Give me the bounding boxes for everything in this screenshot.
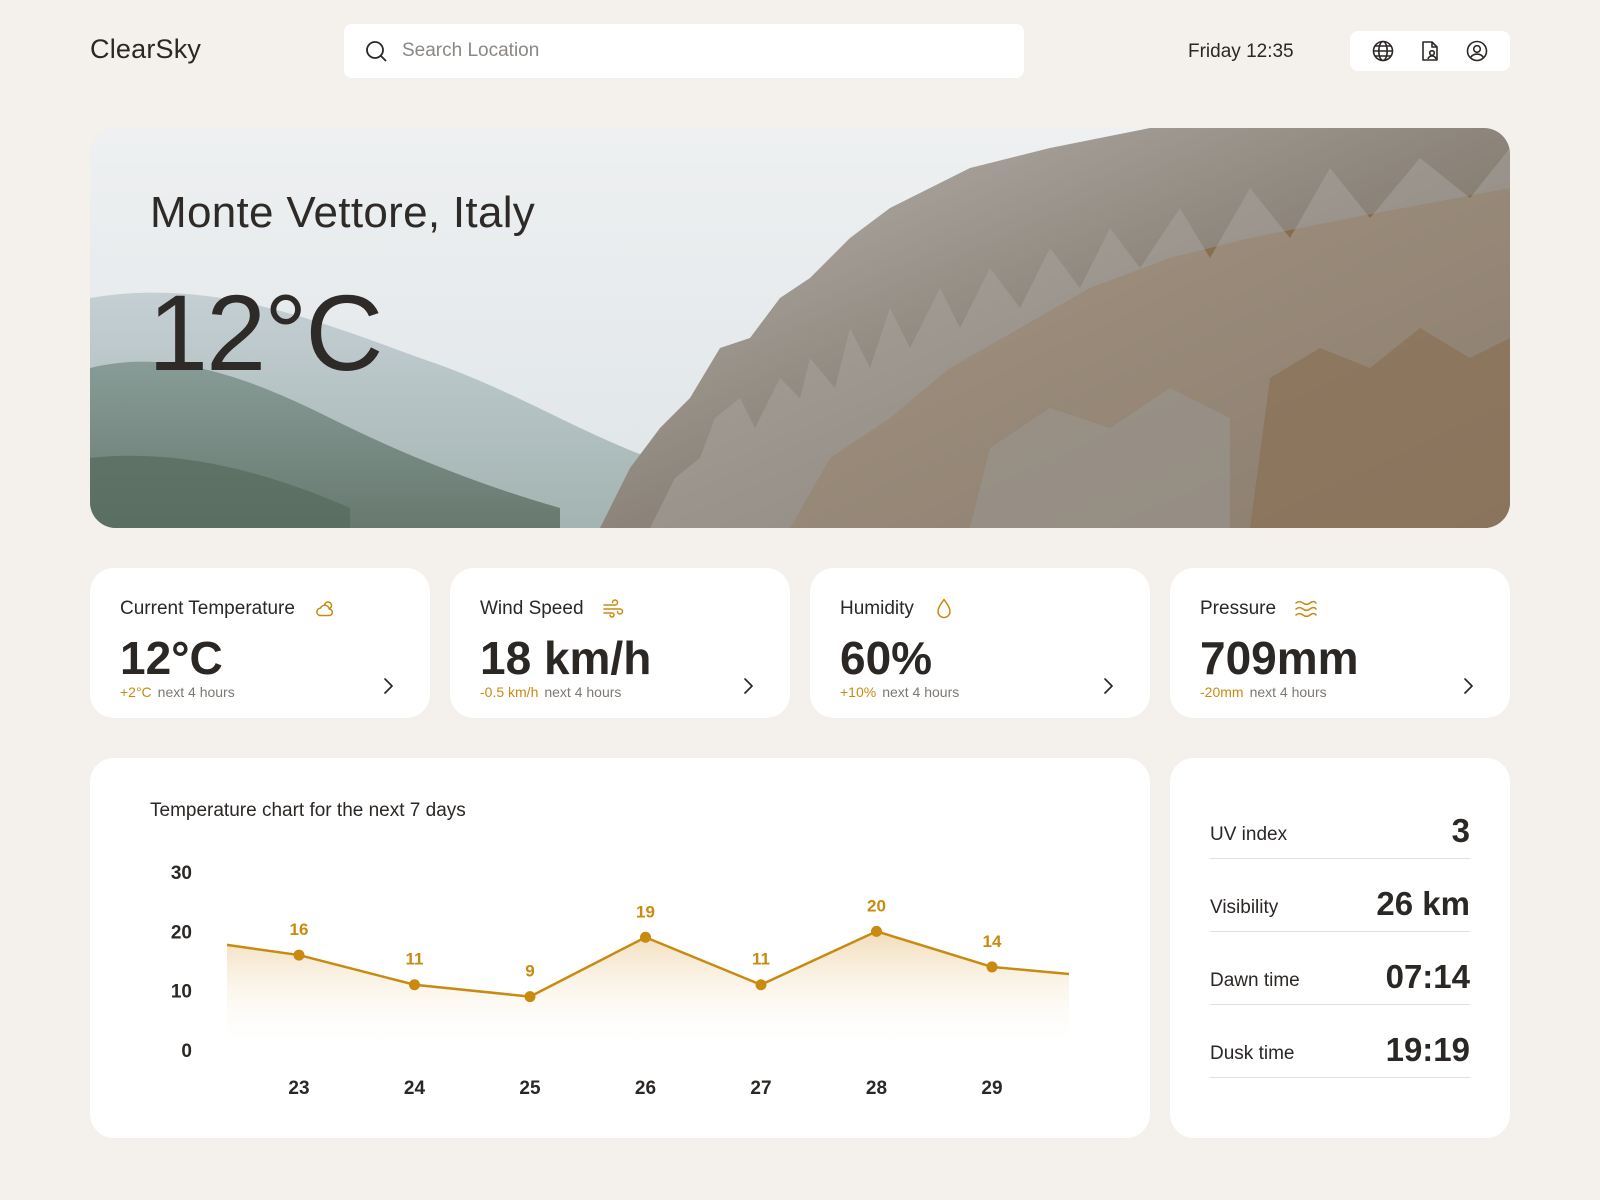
search-input[interactable] bbox=[402, 40, 962, 62]
card-forecast: +2°C next 4 hours bbox=[120, 684, 235, 700]
x-tick-label: 26 bbox=[635, 1078, 656, 1099]
current-temperature-card[interactable]: Current Temperature 12°C +2°C next 4 hour… bbox=[90, 568, 430, 718]
x-tick-label: 23 bbox=[288, 1078, 309, 1099]
search-icon bbox=[366, 41, 387, 62]
conditions-card: UV index 3 Visibility 26 km Dawn time 07… bbox=[1170, 758, 1510, 1138]
x-tick-label: 27 bbox=[750, 1078, 771, 1099]
y-tick-label: 0 bbox=[181, 1041, 192, 1062]
chart-area-fill bbox=[227, 931, 1069, 1050]
chart-data-label: 20 bbox=[867, 896, 886, 915]
stat-label: Visibility bbox=[1210, 897, 1279, 918]
uv-index-row: UV index 3 bbox=[1210, 786, 1470, 859]
location-title: Monte Vettore, Italy bbox=[150, 188, 536, 237]
droplet-icon bbox=[937, 598, 951, 619]
card-label: Wind Speed bbox=[480, 597, 626, 621]
y-tick-label: 30 bbox=[171, 863, 192, 884]
profile-button[interactable] bbox=[1463, 37, 1491, 65]
chart-data-label: 11 bbox=[406, 950, 424, 969]
chart-data-label: 9 bbox=[525, 962, 534, 981]
language-button[interactable] bbox=[1369, 37, 1397, 65]
chart-data-label: 19 bbox=[636, 902, 655, 921]
stat-label: Dawn time bbox=[1210, 970, 1300, 991]
cloud-sun-icon bbox=[316, 601, 334, 617]
search-bar[interactable] bbox=[344, 24, 1024, 78]
chart-data-point bbox=[871, 925, 882, 937]
card-label: Pressure bbox=[1200, 597, 1318, 621]
x-tick-label: 24 bbox=[404, 1078, 426, 1099]
chart-data-point bbox=[986, 961, 998, 973]
chevron-right-icon[interactable] bbox=[1096, 674, 1120, 698]
card-value: 60% bbox=[840, 632, 933, 684]
chevron-right-icon[interactable] bbox=[376, 674, 400, 698]
chart-data-label: 11 bbox=[752, 950, 770, 969]
chart-data-label: 14 bbox=[983, 932, 1002, 951]
card-forecast: -20mm next 4 hours bbox=[1200, 684, 1327, 700]
chart-data-point bbox=[755, 979, 767, 991]
stat-value: 19:19 bbox=[1385, 1031, 1470, 1068]
card-forecast: -0.5 km/h next 4 hours bbox=[480, 684, 622, 700]
y-tick-label: 20 bbox=[171, 922, 192, 943]
card-label: Current Temperature bbox=[120, 597, 337, 621]
visibility-row: Visibility 26 km bbox=[1210, 859, 1470, 932]
chart-data-point bbox=[409, 979, 420, 991]
chart-data-point bbox=[293, 949, 305, 961]
stat-label: Dusk time bbox=[1210, 1043, 1295, 1064]
header-actions bbox=[1350, 31, 1510, 71]
waves-icon bbox=[1295, 600, 1317, 618]
x-tick-label: 28 bbox=[866, 1078, 887, 1099]
temperature-line-chart: 0 10 20 30 16 23 11 24 9 25 19 26 11 27 20 28 14 29 bbox=[171, 863, 1070, 1099]
chevron-right-icon[interactable] bbox=[736, 674, 760, 698]
wind-icon bbox=[602, 599, 623, 618]
stat-value: 07:14 bbox=[1385, 958, 1470, 995]
chart-data-label: 16 bbox=[290, 920, 309, 939]
card-label: Humidity bbox=[840, 597, 956, 621]
y-tick-label: 10 bbox=[171, 982, 192, 1003]
card-forecast: +10% next 4 hours bbox=[840, 684, 960, 700]
document-user-icon bbox=[1422, 41, 1438, 61]
stat-label: UV index bbox=[1210, 824, 1288, 845]
temperature-chart-card: Temperature chart for the next 7 days 01… bbox=[90, 758, 1150, 1138]
stat-value: 26 km bbox=[1376, 885, 1470, 922]
chevron-right-icon[interactable] bbox=[1456, 674, 1480, 698]
stat-value: 3 bbox=[1451, 812, 1470, 849]
app-logo[interactable]: ClearSky bbox=[90, 34, 201, 65]
dawn-time-row: Dawn time 07:14 bbox=[1210, 932, 1470, 1005]
current-datetime: Friday 12:35 bbox=[1188, 41, 1294, 62]
x-tick-label: 25 bbox=[519, 1078, 541, 1099]
humidity-card[interactable]: Humidity 60% +10% next 4 hours bbox=[810, 568, 1150, 718]
user-circle-icon bbox=[1466, 40, 1487, 62]
chart-data-point bbox=[640, 931, 651, 943]
card-value: 709mm bbox=[1200, 632, 1359, 684]
pressure-card[interactable]: Pressure 709mm -20mm next 4 hours bbox=[1170, 568, 1510, 718]
card-value: 12°C bbox=[120, 632, 223, 684]
report-button[interactable] bbox=[1416, 37, 1444, 65]
x-tick-label: 29 bbox=[981, 1078, 1002, 1099]
chart-data-point bbox=[524, 991, 536, 1003]
hero-banner: Monte Vettore, Italy 12°C bbox=[90, 128, 1510, 528]
hero-temperature: 12°C bbox=[148, 272, 383, 393]
wind-speed-card[interactable]: Wind Speed 18 km/h -0.5 km/h next 4 hours bbox=[450, 568, 790, 718]
card-value: 18 km/h bbox=[480, 632, 652, 684]
dusk-time-row: Dusk time 19:19 bbox=[1210, 1005, 1470, 1078]
globe-icon bbox=[1373, 40, 1394, 62]
